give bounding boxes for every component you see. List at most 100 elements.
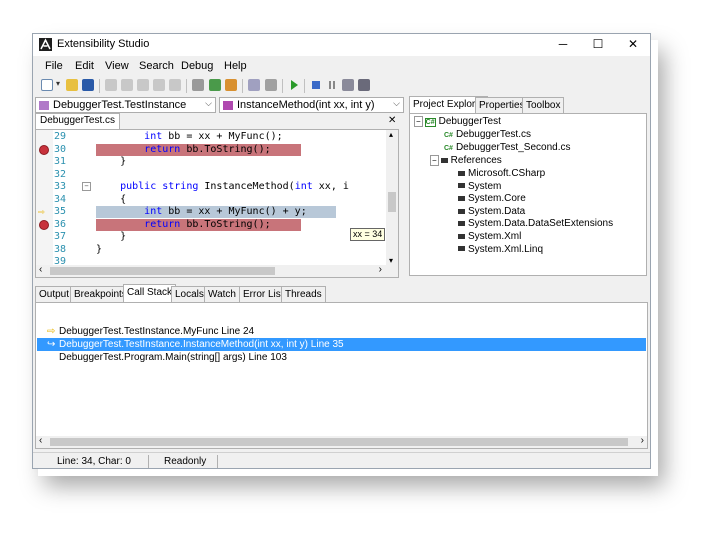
scroll-up-icon[interactable]: ▴ xyxy=(389,130,393,139)
cut-icon[interactable] xyxy=(105,79,117,91)
breakpoint-icon[interactable] xyxy=(39,219,49,230)
print-icon[interactable] xyxy=(265,79,277,91)
tab-debuggertest-cs[interactable]: DebuggerTest.cs xyxy=(35,113,121,129)
tab-toolbox[interactable]: Toolbox xyxy=(522,97,565,113)
step-over-icon[interactable] xyxy=(342,79,354,91)
new-file-icon[interactable] xyxy=(41,79,53,91)
code-editor[interactable]: 29 int bb = xx + MyFunc(); 30 return bb.T… xyxy=(35,129,399,278)
tab-watch[interactable]: Watch xyxy=(204,286,240,302)
deploy-icon[interactable] xyxy=(225,79,237,91)
code-line[interactable]: 37 } xyxy=(36,231,386,243)
copy-icon[interactable] xyxy=(121,79,133,91)
tree-node-reference[interactable]: System.Data xyxy=(458,206,525,217)
code-line[interactable]: 31 } xyxy=(36,156,386,168)
redo-icon[interactable] xyxy=(169,79,181,91)
build-icon[interactable] xyxy=(209,79,221,91)
tab-properties[interactable]: Properties xyxy=(475,97,529,113)
line-number: 36 xyxy=(54,218,67,230)
tree-node-reference[interactable]: Microsoft.CSharp xyxy=(458,168,545,179)
tab-call-stack[interactable]: Call Stack xyxy=(123,284,177,302)
fold-toggle-icon[interactable]: − xyxy=(82,182,91,191)
code-text: return bb.ToString(); xyxy=(144,218,271,230)
scroll-right-icon[interactable]: › xyxy=(379,264,382,275)
tree-node-references[interactable]: − References xyxy=(430,155,502,166)
code-line[interactable]: 30 return bb.ToString(); xyxy=(36,143,386,156)
right-panel-tabs: Project Explorer Properties Toolbox xyxy=(409,96,649,113)
tree-node-project[interactable]: − C# DebuggerTest xyxy=(414,116,501,127)
tree-node-reference[interactable]: System.Xml.Linq xyxy=(458,244,543,255)
references-icon xyxy=(440,157,448,163)
assembly-reference-icon xyxy=(458,233,465,239)
menu-debug[interactable]: Debug xyxy=(181,60,213,72)
menu-edit[interactable]: Edit xyxy=(75,60,94,72)
call-stack-frame[interactable]: ⇨ DebuggerTest.TestInstance.MyFunc Line 2… xyxy=(37,325,646,338)
menu-help[interactable]: Help xyxy=(224,60,247,72)
call-stack-frame[interactable]: ↪ DebuggerTest.TestInstance.InstanceMetho… xyxy=(37,338,646,351)
stop-icon[interactable] xyxy=(310,79,322,91)
member-selector-value: InstanceMethod(int xx, int y) xyxy=(237,99,375,111)
code-line[interactable]: 38} xyxy=(36,244,386,256)
member-selector[interactable]: InstanceMethod(int xx, int y) ⌵ xyxy=(219,97,404,113)
scroll-right-icon[interactable]: › xyxy=(641,435,644,446)
attach-icon[interactable] xyxy=(248,79,260,91)
line-number: 29 xyxy=(54,131,67,142)
tab-output[interactable]: Output xyxy=(35,286,74,302)
close-tab-icon[interactable]: ✕ xyxy=(388,115,396,126)
scroll-left-icon[interactable]: ‹ xyxy=(39,435,42,446)
menu-file[interactable]: File xyxy=(45,60,63,72)
save-icon[interactable] xyxy=(82,79,94,91)
editor-hscroll-thumb[interactable] xyxy=(50,267,275,275)
call-stack-frame[interactable]: DebuggerTest.Program.Main(string[] args)… xyxy=(37,351,646,364)
cs-file-icon: C# xyxy=(444,132,453,139)
editor-vscroll-thumb[interactable] xyxy=(388,192,396,212)
run-icon[interactable] xyxy=(288,79,300,91)
new-dropdown-icon[interactable]: ▾ xyxy=(56,79,62,91)
tree-node-file[interactable]: C# DebuggerTest.cs xyxy=(444,129,531,140)
tree-reference-label: System.Core xyxy=(468,193,526,205)
call-stack-hscroll-thumb[interactable] xyxy=(50,438,628,446)
close-button[interactable]: ✕ xyxy=(617,34,649,56)
maximize-button[interactable]: ☐ xyxy=(582,34,614,56)
menu-search[interactable]: Search xyxy=(139,60,174,72)
editor-vertical-scrollbar[interactable]: ▴ ▾ xyxy=(386,130,398,265)
tree-file-label: DebuggerTest.cs xyxy=(455,129,531,140)
breakpoint-icon[interactable] xyxy=(39,144,49,155)
open-folder-icon[interactable] xyxy=(66,79,78,91)
tree-node-file[interactable]: C# DebuggerTest_Second.cs xyxy=(444,142,570,153)
code-line[interactable]: 32 xyxy=(36,169,386,181)
undo-icon[interactable] xyxy=(153,79,165,91)
assembly-reference-icon xyxy=(458,246,465,252)
line-number: 35 xyxy=(54,206,67,217)
tree-node-reference[interactable]: System xyxy=(458,181,501,192)
code-line[interactable]: ⇨ 35 int bb = xx + MyFunc() + y; xyxy=(36,206,386,218)
minimize-button[interactable]: ─ xyxy=(547,34,579,56)
tab-breakpoints[interactable]: Breakpoints xyxy=(70,286,131,302)
paste-icon[interactable] xyxy=(137,79,149,91)
tree-node-reference[interactable]: System.Xml xyxy=(458,231,521,242)
tab-locals[interactable]: Locals xyxy=(171,286,208,302)
current-frame-arrow-icon: ⇨ xyxy=(47,326,56,337)
tree-node-reference[interactable]: System.Core xyxy=(458,193,526,204)
menu-view[interactable]: View xyxy=(105,60,129,72)
code-line[interactable]: 29 int bb = xx + MyFunc(); xyxy=(36,131,386,143)
tree-reference-label: System.Xml xyxy=(468,231,522,242)
scroll-down-icon[interactable]: ▾ xyxy=(389,256,393,265)
pause-icon[interactable] xyxy=(326,79,338,91)
tab-threads[interactable]: Threads xyxy=(281,286,326,302)
tree-reference-label: System.Data xyxy=(468,205,526,217)
editor-horizontal-scrollbar[interactable]: ‹ › xyxy=(36,264,398,277)
call-stack-horizontal-scrollbar[interactable]: ‹ › xyxy=(36,435,647,448)
collapse-icon[interactable]: − xyxy=(414,116,423,127)
step-into-icon[interactable] xyxy=(358,79,370,91)
code-line[interactable]: − 33 public string InstanceMethod(int xx,… xyxy=(36,181,386,193)
collapse-icon[interactable]: − xyxy=(430,155,439,166)
code-text: int bb = xx + MyFunc(); xyxy=(144,131,283,142)
bottom-panel-tabs: Output Breakpoints Call Stack Locals Wat… xyxy=(35,284,649,302)
scroll-left-icon[interactable]: ‹ xyxy=(39,264,42,275)
type-selector[interactable]: DebuggerTest.TestInstance ⌵ xyxy=(35,97,216,113)
code-line[interactable]: 34 { xyxy=(36,194,386,206)
line-number: 37 xyxy=(54,231,67,242)
code-line[interactable]: 36 return bb.ToString(); xyxy=(36,218,386,231)
tree-node-reference[interactable]: System.Data.DataSetExtensions xyxy=(458,218,613,229)
find-icon[interactable] xyxy=(192,79,204,91)
